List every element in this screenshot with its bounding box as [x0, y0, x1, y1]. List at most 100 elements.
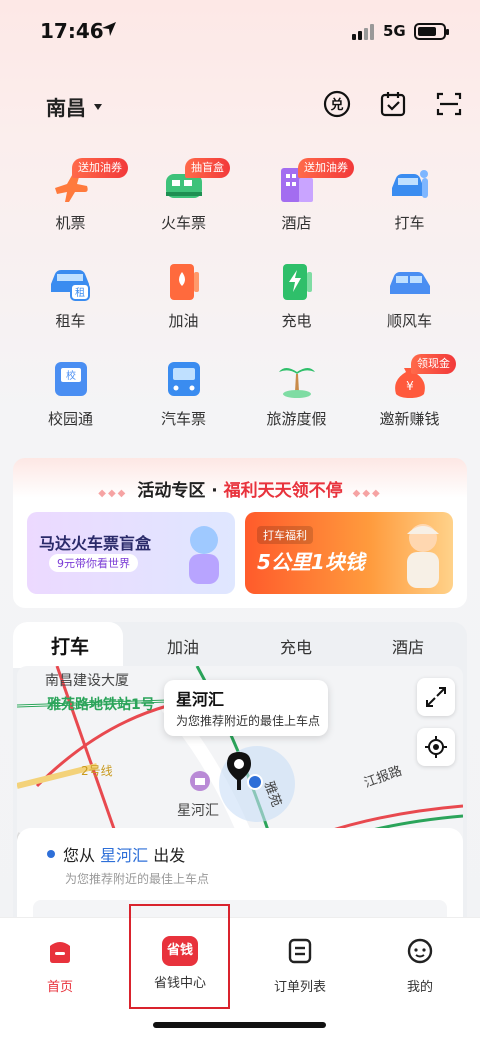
popup-subtitle: 为您推荐附近的最佳上车点: [176, 714, 321, 728]
banner-title: 马达火车票盲盒: [39, 534, 152, 553]
service-tabs: 打车 加油 充电 酒店: [13, 622, 467, 668]
pickup-suffix: 出发: [148, 846, 186, 865]
city-selector[interactable]: 南昌: [46, 92, 102, 121]
pickup-popup[interactable]: 星河汇 为您推荐附近的最佳上车点: [164, 680, 328, 736]
decor-dots: ◆◆◆: [352, 488, 382, 499]
service-bus[interactable]: 汽车票: [127, 346, 240, 438]
service-label: 酒店: [281, 214, 312, 232]
banner-subtitle: 9元带你看世界: [49, 554, 138, 572]
network-label: 5G: [383, 22, 406, 40]
chevron-down-icon: [94, 103, 102, 110]
bottom-nav: 首页 省钱 省钱中心 订单列表 我的: [0, 917, 480, 1039]
pickup-hint: 为您推荐附近的最佳上车点: [65, 872, 210, 886]
service-badge: 送加油券: [298, 158, 354, 178]
activity-title-highlight: 福利天天领不停: [223, 481, 343, 501]
service-label: 顺风车: [386, 312, 432, 330]
service-label: 充电: [281, 312, 312, 330]
charging-icon: [283, 264, 312, 300]
svg-text:校: 校: [66, 369, 76, 382]
service-taxi[interactable]: 打车: [353, 150, 466, 242]
service-travel[interactable]: 旅游度假: [240, 346, 353, 438]
battery-icon: [414, 23, 449, 40]
service-label: 校园通: [47, 410, 93, 428]
map-label-metro: 雅苑路地铁站1号: [47, 697, 155, 713]
service-label: 旅游度假: [266, 410, 327, 428]
taxi-icon: [392, 170, 428, 198]
pickup-prefix: 您从: [63, 846, 101, 865]
service-invite[interactable]: ¥ 领现金 邀新赚钱: [353, 346, 466, 438]
service-badge: 送加油券: [72, 158, 128, 178]
banner-tag: 打车福利: [257, 526, 313, 544]
activity-zone: ◆◆◆ 活动专区 · 福利天天领不停 ◆◆◆ 马达火车票盲盒 9元带你看世界 打车福…: [13, 458, 467, 608]
order-list-icon: [288, 938, 312, 964]
service-label: 火车票: [160, 214, 206, 232]
redeem-icon[interactable]: 兑: [322, 89, 352, 119]
city-label: 南昌: [46, 96, 86, 120]
map-label-building: 南昌建设大厦: [45, 673, 129, 689]
activity-title: ◆◆◆ 活动专区 · 福利天天领不停 ◆◆◆: [13, 476, 467, 501]
signal-icon: [352, 24, 374, 40]
location-arrow-icon: [102, 22, 116, 36]
service-label: 打车: [394, 214, 425, 232]
nav-label: 首页: [46, 980, 73, 995]
tab-hotel[interactable]: 酒店: [392, 634, 424, 658]
service-hotel[interactable]: 送加油券 酒店: [240, 150, 354, 242]
service-label: 租车: [55, 312, 86, 330]
home-indicator: [153, 1022, 326, 1028]
locate-button[interactable]: [417, 728, 455, 766]
nav-profile[interactable]: 我的: [375, 936, 465, 995]
banner-title: 5公里1块钱: [257, 550, 365, 574]
tab-fuel[interactable]: 加油: [167, 634, 199, 658]
service-label: 邀新赚钱: [379, 410, 440, 428]
service-label: 加油: [168, 312, 199, 330]
rent-car-icon: 租: [51, 270, 90, 301]
banner-train-blind-box[interactable]: 马达火车票盲盒 9元带你看世界: [27, 512, 235, 594]
nav-home[interactable]: 首页: [15, 936, 105, 995]
expand-map-button[interactable]: [417, 678, 455, 716]
service-carpool[interactable]: 顺风车: [353, 248, 466, 340]
calendar-check-icon[interactable]: [378, 89, 408, 119]
character-illustration: [189, 526, 219, 584]
pickup-line: 您从 星河汇 出发: [63, 842, 185, 866]
school-bus-icon: 校: [55, 362, 87, 396]
service-train[interactable]: 抽盲盒 火车票: [127, 150, 240, 242]
tab-charging[interactable]: 充电: [280, 634, 312, 658]
decor-dots: ◆◆◆: [98, 488, 128, 499]
tab-taxi[interactable]: 打车: [51, 632, 89, 659]
expand-icon: [426, 687, 446, 707]
popup-title: 星河汇: [176, 690, 225, 709]
scan-icon[interactable]: [434, 89, 464, 119]
profile-icon: [407, 938, 433, 964]
home-icon: [50, 942, 70, 963]
poi-icon: [190, 771, 210, 791]
svg-text:兑: 兑: [330, 97, 343, 113]
map-label-poi: 星河汇: [177, 803, 219, 819]
banner-taxi-benefit[interactable]: 打车福利 5公里1块钱: [245, 512, 453, 594]
nav-label: 订单列表: [273, 980, 326, 995]
carpool-icon: [390, 272, 430, 294]
bus-icon: [168, 362, 200, 396]
service-flight[interactable]: 送加油券 机票: [14, 150, 128, 242]
current-location-dot: [247, 774, 263, 790]
character-illustration: [407, 524, 439, 588]
nav-orders[interactable]: 订单列表: [255, 936, 345, 995]
service-badge: 领现金: [411, 354, 456, 374]
fuel-icon: [170, 264, 199, 300]
service-label: 汽车票: [160, 410, 206, 428]
svg-text:¥: ¥: [406, 379, 414, 393]
pickup-dot: [47, 850, 55, 858]
service-rent-car[interactable]: 租 租车: [14, 248, 127, 340]
status-time: 17:46: [40, 19, 104, 43]
status-bar: 17:46 5G: [0, 0, 480, 60]
service-badge: 抽盲盒: [185, 158, 230, 178]
pickup-place[interactable]: 星河汇: [100, 846, 148, 865]
service-fuel[interactable]: 加油: [127, 248, 240, 340]
nav-label: 我的: [406, 980, 433, 995]
locate-icon: [425, 736, 447, 758]
service-label: 机票: [55, 214, 86, 232]
map-label-line: 2号线: [81, 764, 113, 778]
service-campus[interactable]: 校 校园通: [14, 346, 127, 438]
activity-title-prefix: 活动专区 ·: [137, 481, 224, 501]
service-charging[interactable]: 充电: [240, 248, 353, 340]
highlight-box: [129, 904, 230, 1009]
